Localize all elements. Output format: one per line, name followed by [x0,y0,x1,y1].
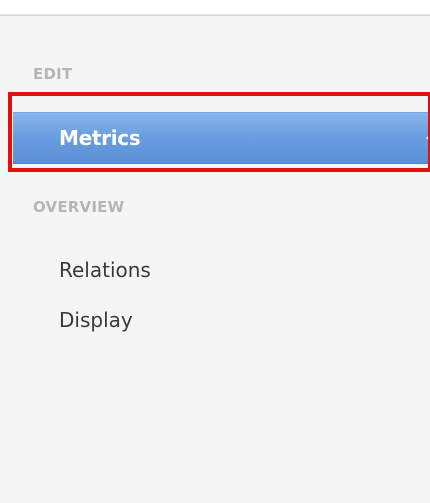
active-indicator-icon [426,132,430,144]
top-strip [0,0,430,15]
sidebar-item-label: Metrics [59,126,141,150]
sidebar: EDIT Metrics OVERVIEW Relations Display [0,15,430,503]
app-window: EDIT Metrics OVERVIEW Relations Display [0,0,430,503]
sidebar-item-relations[interactable]: Relations [0,246,430,294]
sidebar-item-metrics[interactable]: Metrics [13,112,430,164]
sidebar-item-display[interactable]: Display [0,296,430,344]
sidebar-item-label: Relations [59,258,151,282]
section-header-overview: OVERVIEW [33,198,125,216]
sidebar-item-label: Display [59,308,133,332]
section-header-edit: EDIT [33,65,73,83]
